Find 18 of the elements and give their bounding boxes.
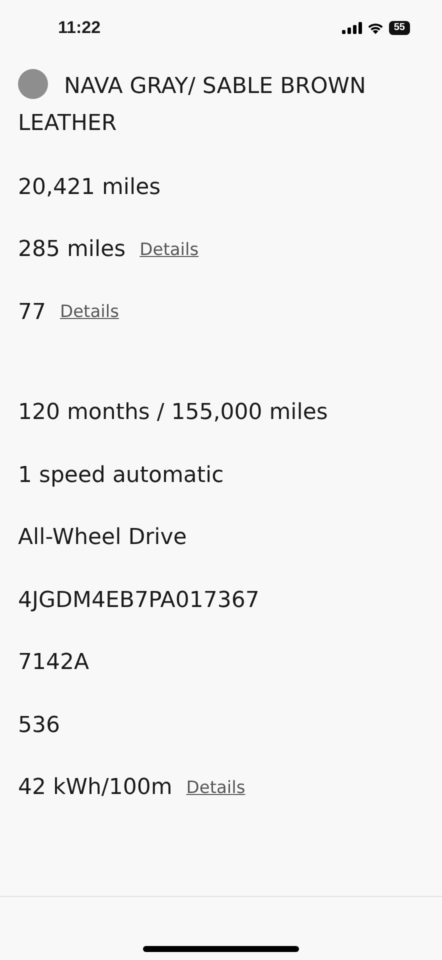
status-time: 11:22 [58, 18, 101, 38]
spec-value: 7142A [18, 650, 90, 676]
color-text: NAVA GRAY/ SABLE BROWN LEATHER [18, 68, 424, 142]
spec-value: 1 speed automatic [18, 462, 224, 488]
details-link[interactable]: Details [140, 240, 199, 260]
spec-value: 42 kWh/100m [18, 775, 172, 800]
spec-value: 536 [18, 712, 60, 738]
spec-value: 20,421 miles [18, 174, 161, 200]
details-link[interactable]: Details [60, 302, 119, 322]
spec-value: 77 [18, 300, 46, 325]
spec-value: 4JGDM4EB7PA017367 [18, 588, 260, 613]
details-link[interactable]: Details [186, 778, 246, 798]
signal-icon [342, 22, 362, 34]
spec-value: 120 months / 155,000 miles [18, 400, 328, 426]
spec-value: All-Wheel Drive [18, 525, 187, 550]
spec-value: 285 miles [18, 237, 126, 262]
wifi-icon [366, 22, 384, 34]
battery-icon: 55 [388, 21, 410, 35]
